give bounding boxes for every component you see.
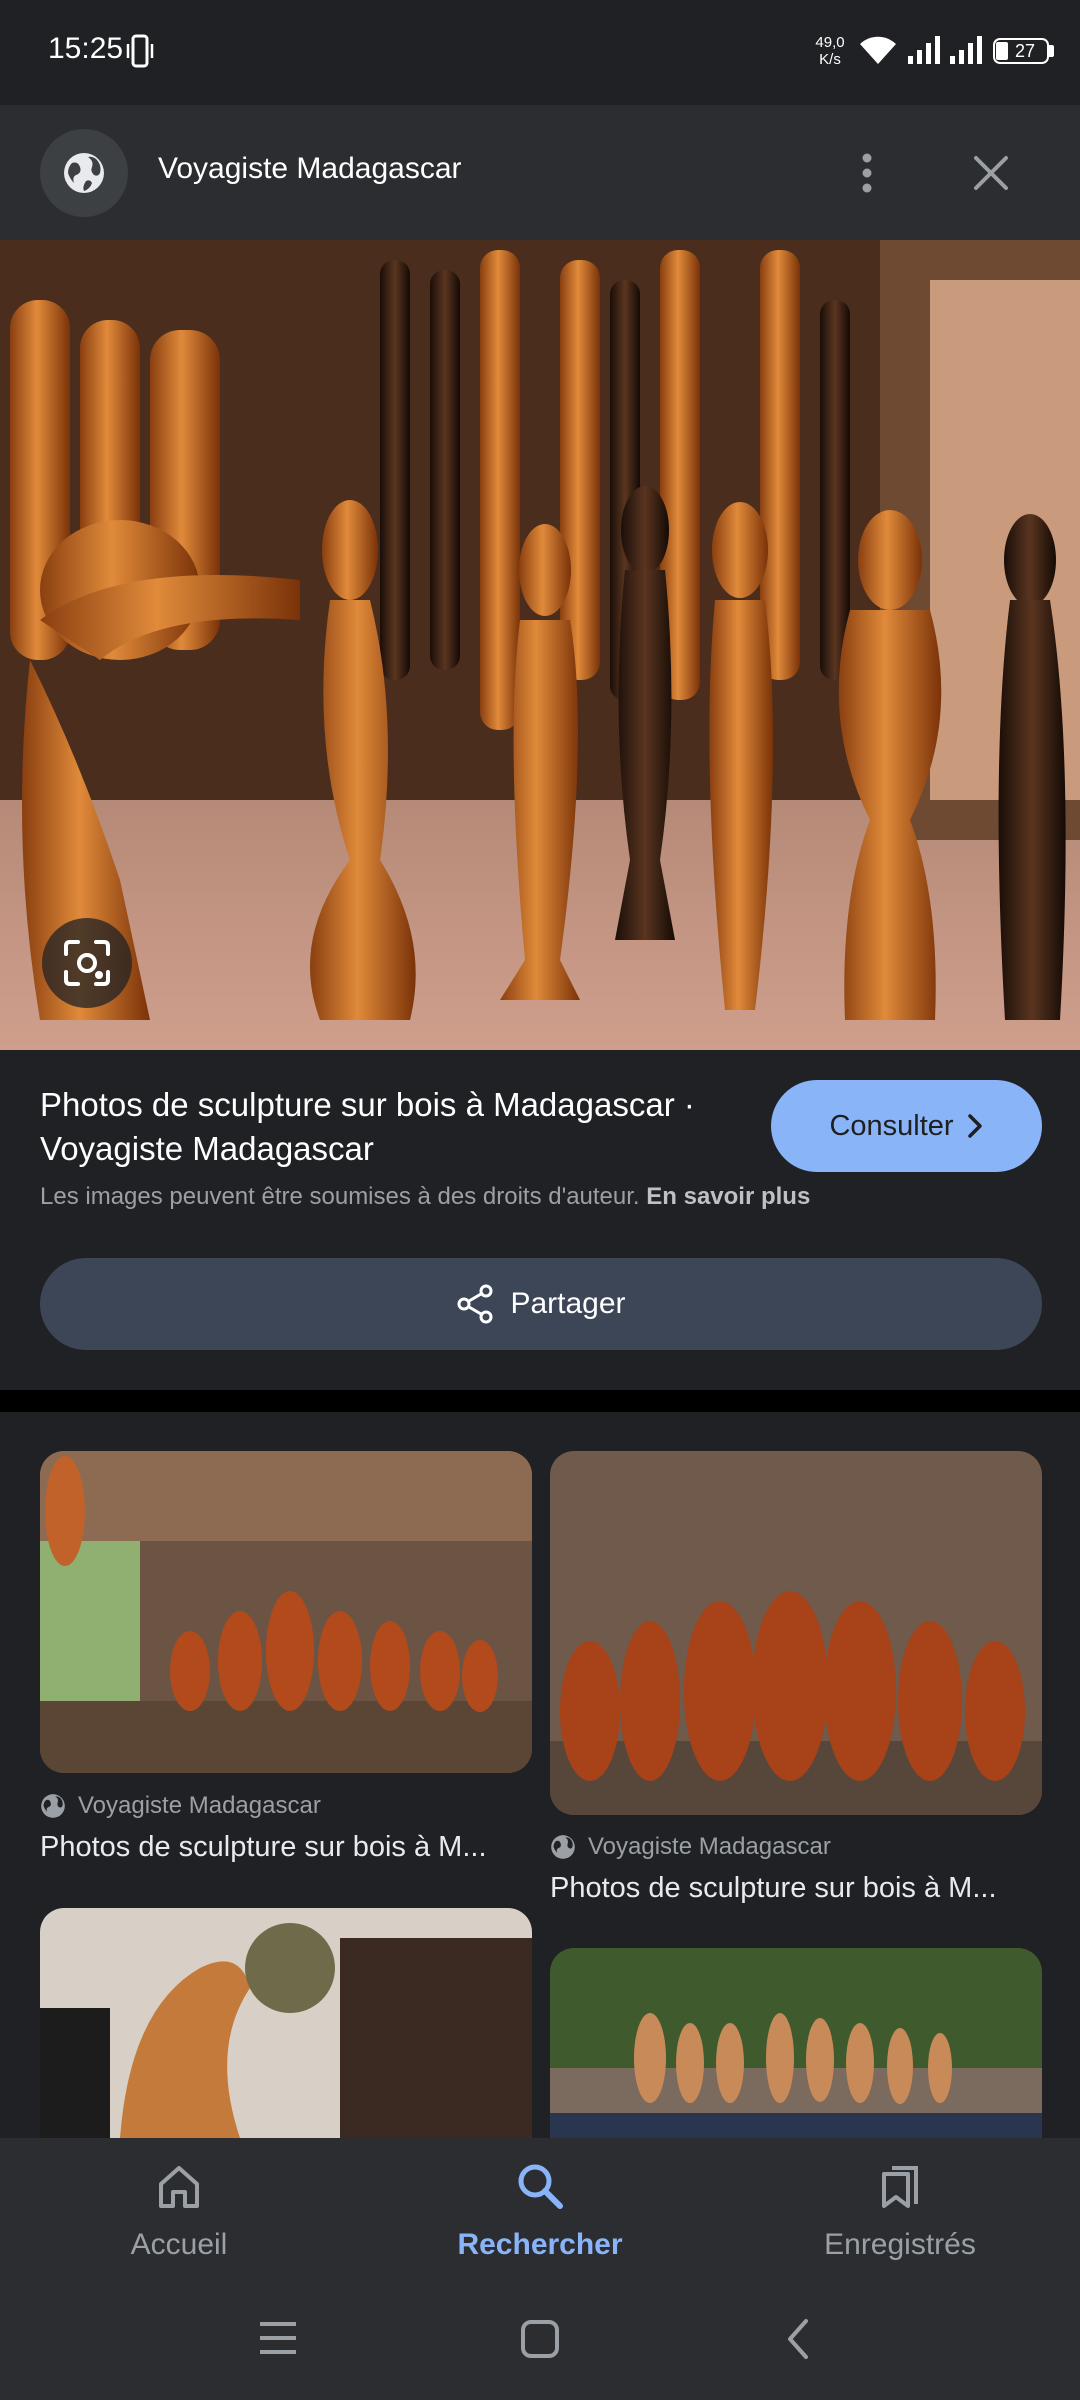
chevron-right-icon (967, 1114, 982, 1138)
battery-percent: 27 (1014, 41, 1036, 61)
share-label: Partager (510, 1287, 626, 1320)
search-icon (518, 2164, 563, 2209)
lens-icon[interactable] (62, 938, 112, 988)
globe-icon (551, 1835, 575, 1859)
recents-menu-icon[interactable] (258, 2320, 298, 2356)
share-button[interactable]: Partager (40, 1258, 1042, 1350)
vibrate-icon (126, 34, 154, 68)
related-image[interactable] (40, 1451, 532, 1773)
nav-saved[interactable]: Enregistrés (780, 2160, 1020, 2262)
share-icon (457, 1284, 493, 1324)
learn-more-link[interactable]: En savoir plus (646, 1183, 810, 1210)
status-time: 15:25 (48, 32, 124, 65)
globe-icon (64, 153, 104, 193)
section-divider (0, 1390, 1080, 1412)
home-square-icon[interactable] (520, 2319, 560, 2359)
nav-home-label: Accueil (130, 2228, 228, 2261)
nav-saved-label: Enregistrés (824, 2228, 976, 2261)
image-title[interactable]: Photos de sculpture sur bois à Madagasca… (40, 1083, 760, 1171)
signal-icon (908, 36, 940, 64)
nav-search-label: Rechercher (457, 2228, 623, 2261)
related-source: Voyagiste Madagascar (40, 1792, 321, 1820)
net-speed: 49,0 K/s (815, 34, 845, 68)
related-image[interactable] (40, 1908, 532, 2138)
home-icon (159, 2166, 199, 2208)
more-vert-icon[interactable] (852, 150, 882, 196)
related-source: Voyagiste Madagascar (550, 1833, 831, 1861)
related-image[interactable] (550, 1948, 1042, 2138)
consult-button[interactable]: Consulter (771, 1080, 1042, 1172)
globe-icon (41, 1794, 65, 1818)
nav-home[interactable]: Accueil (59, 2160, 299, 2262)
related-title[interactable]: Photos de sculpture sur bois à M... (40, 1831, 487, 1864)
main-image[interactable] (0, 240, 1080, 1050)
consult-label: Consulter (829, 1109, 954, 1142)
related-image[interactable] (550, 1451, 1042, 1815)
battery-nub (1049, 45, 1054, 57)
signal-icon (950, 36, 982, 64)
related-title[interactable]: Photos de sculpture sur bois à M... (550, 1872, 997, 1905)
wifi-icon (860, 36, 896, 64)
copyright-notice: Les images peuvent être soumises à des d… (40, 1183, 811, 1210)
back-icon[interactable] (784, 2317, 812, 2361)
bookmarks-icon (882, 2166, 918, 2208)
close-icon[interactable] (968, 150, 1014, 196)
site-title: Voyagiste Madagascar (158, 152, 462, 185)
nav-search[interactable]: Rechercher (420, 2160, 660, 2262)
